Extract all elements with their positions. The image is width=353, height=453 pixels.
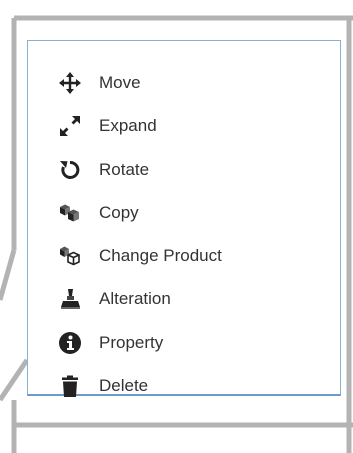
screenshot-canvas: Move Expand Rotate Copy Change Product A…: [0, 0, 353, 453]
menu-item-label: Move: [99, 73, 141, 92]
menu-item-rotate[interactable]: Rotate: [28, 149, 340, 191]
move-arrows-icon: [58, 71, 82, 95]
menu-item-property[interactable]: Property: [28, 322, 340, 364]
menu-item-label: Copy: [99, 203, 139, 222]
context-menu: Move Expand Rotate Copy Change Product A…: [27, 40, 341, 397]
trash-icon: [58, 374, 82, 398]
menu-item-copy[interactable]: Copy: [28, 192, 340, 234]
copy-cubes-icon: [58, 201, 82, 225]
menu-item-label: Delete: [99, 376, 149, 395]
menu-item-label: Alteration: [99, 289, 171, 308]
expand-arrows-icon: [58, 114, 82, 138]
menu-item-alteration[interactable]: Alteration: [28, 278, 340, 320]
alteration-icon: [58, 287, 82, 311]
menu-item-delete[interactable]: Delete: [28, 365, 340, 407]
menu-item-label: Rotate: [99, 160, 150, 179]
menu-item-label: Expand: [99, 116, 157, 135]
rotate-icon: [58, 158, 82, 182]
menu-item-expand[interactable]: Expand: [28, 105, 340, 147]
menu-item-label: Change Product: [99, 246, 222, 265]
menu-item-change-product[interactable]: Change Product: [28, 235, 340, 277]
menu-item-move[interactable]: Move: [28, 62, 340, 104]
menu-item-label: Property: [99, 333, 164, 352]
info-icon: [58, 331, 82, 355]
change-product-icon: [58, 244, 82, 268]
